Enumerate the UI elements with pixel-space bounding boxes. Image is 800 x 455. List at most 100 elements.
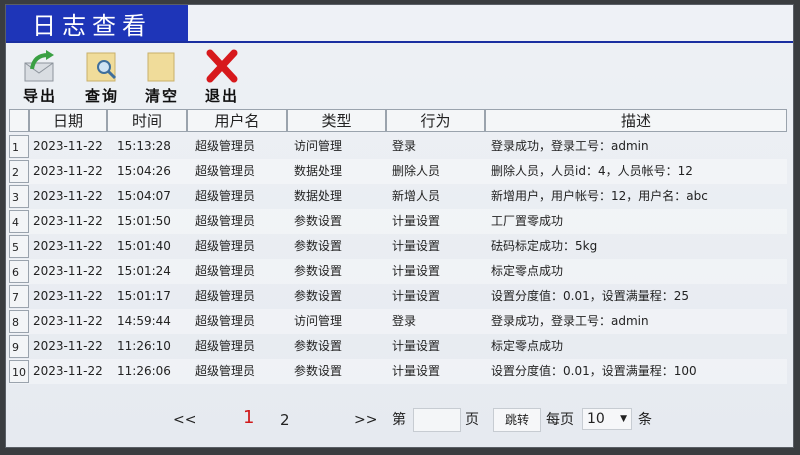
- cell-description: 新增用户，用户帐号：12，用户名：abc: [491, 189, 708, 203]
- cell-description: 设置分度值：0.01，设置满量程：100: [491, 364, 697, 378]
- cell-type: 参数设置: [294, 339, 343, 353]
- cell-date: 2023-11-22: [33, 239, 103, 253]
- cell-user: 超级管理员: [195, 364, 256, 378]
- cell-user: 超级管理员: [195, 339, 256, 353]
- export-icon: [22, 49, 58, 83]
- cell-action: 计量设置: [392, 239, 441, 253]
- cell-date: 2023-11-22: [33, 214, 103, 228]
- cell-type: 参数设置: [294, 239, 343, 253]
- cell-action: 删除人员: [392, 164, 441, 178]
- cell-type: 访问管理: [294, 139, 343, 153]
- cell-user: 超级管理员: [195, 239, 256, 253]
- cell-action: 登录: [392, 314, 417, 328]
- clear-folder-icon: [144, 49, 180, 83]
- exit-button[interactable]: 退出: [196, 49, 248, 107]
- cell-time: 15:01:50: [117, 214, 171, 228]
- cell-type: 参数设置: [294, 214, 343, 228]
- header-date: 日期: [29, 109, 107, 132]
- table-row[interactable]: 9 2023-11-22 11:26:10 超级管理员 参数设置 计量设置 标定零点成功: [9, 334, 787, 359]
- goto-page-input[interactable]: [413, 408, 461, 432]
- cell-time: 11:26:10: [117, 339, 171, 353]
- per-page-label: 每页: [546, 412, 574, 428]
- search-label: 查询: [84, 87, 119, 105]
- table-row[interactable]: 10 2023-11-22 11:26:06 超级管理员 参数设置 计量设置 设置分度值：0…: [9, 359, 787, 384]
- prev-page-button[interactable]: <<: [173, 409, 196, 431]
- cell-time: 15:01:24: [117, 264, 171, 278]
- cell-action: 计量设置: [392, 214, 441, 228]
- row-index: 6: [9, 260, 29, 283]
- goto-prefix: 第: [392, 412, 406, 428]
- cell-time: 15:13:28: [117, 139, 171, 153]
- cell-description: 删除人员，人员id：4，人员帐号：12: [491, 164, 693, 178]
- table-row[interactable]: 2 2023-11-22 15:04:26 超级管理员 数据处理 删除人员 删除人员，人员i…: [9, 159, 787, 184]
- log-table: 日期 时间 用户名 类型 行为 描述 1 2023-11-22 15:13:28 超级…: [9, 109, 787, 384]
- log-viewer-window: 日志查看 导出 查询 清空 退出 日期 时间 用户名 类型 行为 描述 1 20…: [5, 4, 794, 448]
- header-time: 时间: [107, 109, 187, 132]
- page-2-link[interactable]: 2: [280, 409, 290, 431]
- cell-date: 2023-11-22: [33, 164, 103, 178]
- cell-user: 超级管理员: [195, 189, 256, 203]
- header-description: 描述: [485, 109, 787, 132]
- table-row[interactable]: 5 2023-11-22 15:01:40 超级管理员 参数设置 计量设置 砝码标定成功：5…: [9, 234, 787, 259]
- toolbar: 导出 查询 清空 退出: [6, 49, 793, 107]
- cell-type: 访问管理: [294, 314, 343, 328]
- cell-description: 登录成功，登录工号：admin: [491, 314, 649, 328]
- row-index: 3: [9, 185, 29, 208]
- cell-action: 计量设置: [392, 339, 441, 353]
- cell-time: 14:59:44: [117, 314, 171, 328]
- per-page-value: 10: [587, 411, 605, 427]
- cell-date: 2023-11-22: [33, 364, 103, 378]
- goto-suffix: 页: [465, 412, 479, 428]
- export-label: 导出: [22, 87, 57, 105]
- table-row[interactable]: 6 2023-11-22 15:01:24 超级管理员 参数设置 计量设置 标定零点成功: [9, 259, 787, 284]
- cell-type: 数据处理: [294, 189, 343, 203]
- table-header: 日期 时间 用户名 类型 行为 描述: [9, 109, 787, 134]
- cell-description: 砝码标定成功：5kg: [491, 239, 598, 253]
- table-row[interactable]: 4 2023-11-22 15:01:50 超级管理员 参数设置 计量设置 工厂置零成功: [9, 209, 787, 234]
- title-bar: 日志查看: [6, 5, 793, 43]
- cell-time: 15:01:40: [117, 239, 171, 253]
- row-index: 4: [9, 210, 29, 233]
- cell-action: 新增人员: [392, 189, 441, 203]
- table-row[interactable]: 7 2023-11-22 15:01:17 超级管理员 参数设置 计量设置 设置分度值：0.…: [9, 284, 787, 309]
- row-index: 8: [9, 310, 29, 333]
- cell-user: 超级管理员: [195, 314, 256, 328]
- cell-user: 超级管理员: [195, 164, 256, 178]
- next-page-button[interactable]: >>: [354, 409, 377, 431]
- cell-action: 计量设置: [392, 364, 441, 378]
- row-index: 1: [9, 135, 29, 158]
- cell-action: 登录: [392, 139, 417, 153]
- jump-button[interactable]: 跳转: [493, 408, 541, 432]
- header-user: 用户名: [187, 109, 287, 132]
- cell-time: 15:04:26: [117, 164, 171, 178]
- cell-type: 参数设置: [294, 364, 343, 378]
- pagination: << 1 2 >> 第 页 跳转 每页 10 ▼ 条: [6, 405, 793, 435]
- cell-date: 2023-11-22: [33, 139, 103, 153]
- exit-icon: [204, 49, 240, 83]
- header-type: 类型: [287, 109, 386, 132]
- cell-date: 2023-11-22: [33, 264, 103, 278]
- cell-date: 2023-11-22: [33, 289, 103, 303]
- table-row[interactable]: 1 2023-11-22 15:13:28 超级管理员 访问管理 登录 登录成功，登录工号：…: [9, 134, 787, 159]
- exit-label: 退出: [204, 87, 239, 105]
- cell-description: 标定零点成功: [491, 264, 564, 278]
- table-body: 1 2023-11-22 15:13:28 超级管理员 访问管理 登录 登录成功，登录工号：…: [9, 134, 787, 384]
- cell-description: 设置分度值：0.01，设置满量程：25: [491, 289, 689, 303]
- cell-date: 2023-11-22: [33, 189, 103, 203]
- cell-date: 2023-11-22: [33, 314, 103, 328]
- cell-user: 超级管理员: [195, 264, 256, 278]
- cell-description: 工厂置零成功: [491, 214, 564, 228]
- cell-date: 2023-11-22: [33, 339, 103, 353]
- table-row[interactable]: 3 2023-11-22 15:04:07 超级管理员 数据处理 新增人员 新增用户，用户帐…: [9, 184, 787, 209]
- clear-button[interactable]: 清空: [136, 49, 188, 107]
- row-index: 5: [9, 235, 29, 258]
- page-1-link[interactable]: 1: [243, 407, 254, 429]
- table-row[interactable]: 8 2023-11-22 14:59:44 超级管理员 访问管理 登录 登录成功，登录工号：…: [9, 309, 787, 334]
- search-button[interactable]: 查询: [76, 49, 128, 107]
- export-button[interactable]: 导出: [14, 49, 66, 107]
- cell-action: 计量设置: [392, 264, 441, 278]
- per-page-select[interactable]: 10 ▼: [582, 408, 632, 430]
- row-index: 9: [9, 335, 29, 358]
- cell-time: 15:04:07: [117, 189, 171, 203]
- search-folder-icon: [84, 49, 120, 83]
